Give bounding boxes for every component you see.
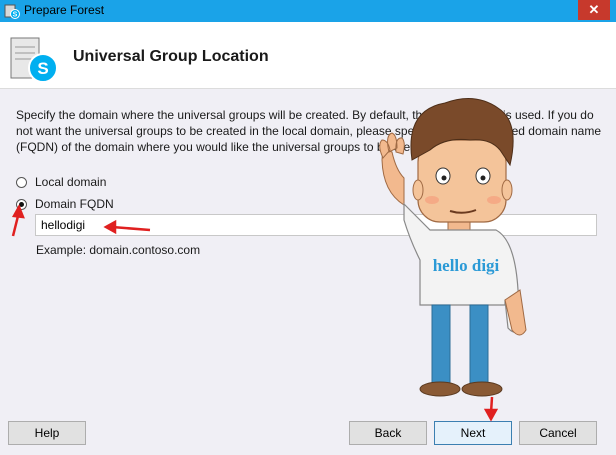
help-button[interactable]: Help (8, 421, 86, 445)
next-button[interactable]: Next (434, 421, 512, 445)
example-text: Example: domain.contoso.com (36, 243, 201, 257)
local-domain-option[interactable]: Local domain (16, 175, 106, 189)
domain-fqdn-label: Domain FQDN (35, 197, 114, 211)
svg-text:S: S (37, 59, 48, 78)
domain-fqdn-input[interactable] (35, 214, 597, 236)
svg-text:S: S (13, 12, 18, 19)
app-icon: S (4, 4, 20, 19)
page-header: S Universal Group Location (0, 22, 616, 88)
content-area: Specify the domain where the universal g… (0, 89, 616, 455)
skype-server-icon: S (10, 37, 58, 83)
back-button[interactable]: Back (349, 421, 427, 445)
window-title: Prepare Forest (24, 3, 105, 17)
close-icon: ✕ (588, 2, 600, 17)
description-text: Specify the domain where the universal g… (16, 108, 602, 154)
domain-fqdn-radio[interactable] (16, 198, 27, 210)
domain-fqdn-option[interactable]: Domain FQDN (16, 197, 114, 211)
page-title: Universal Group Location (73, 48, 269, 65)
title-bar: S Prepare Forest ✕ (0, 0, 616, 22)
prepare-forest-window: S Prepare Forest ✕ S Universal Group Loc… (0, 0, 616, 455)
local-domain-label: Local domain (35, 175, 107, 189)
close-button[interactable]: ✕ (578, 0, 610, 20)
local-domain-radio[interactable] (16, 176, 27, 188)
cancel-button[interactable]: Cancel (519, 421, 597, 445)
